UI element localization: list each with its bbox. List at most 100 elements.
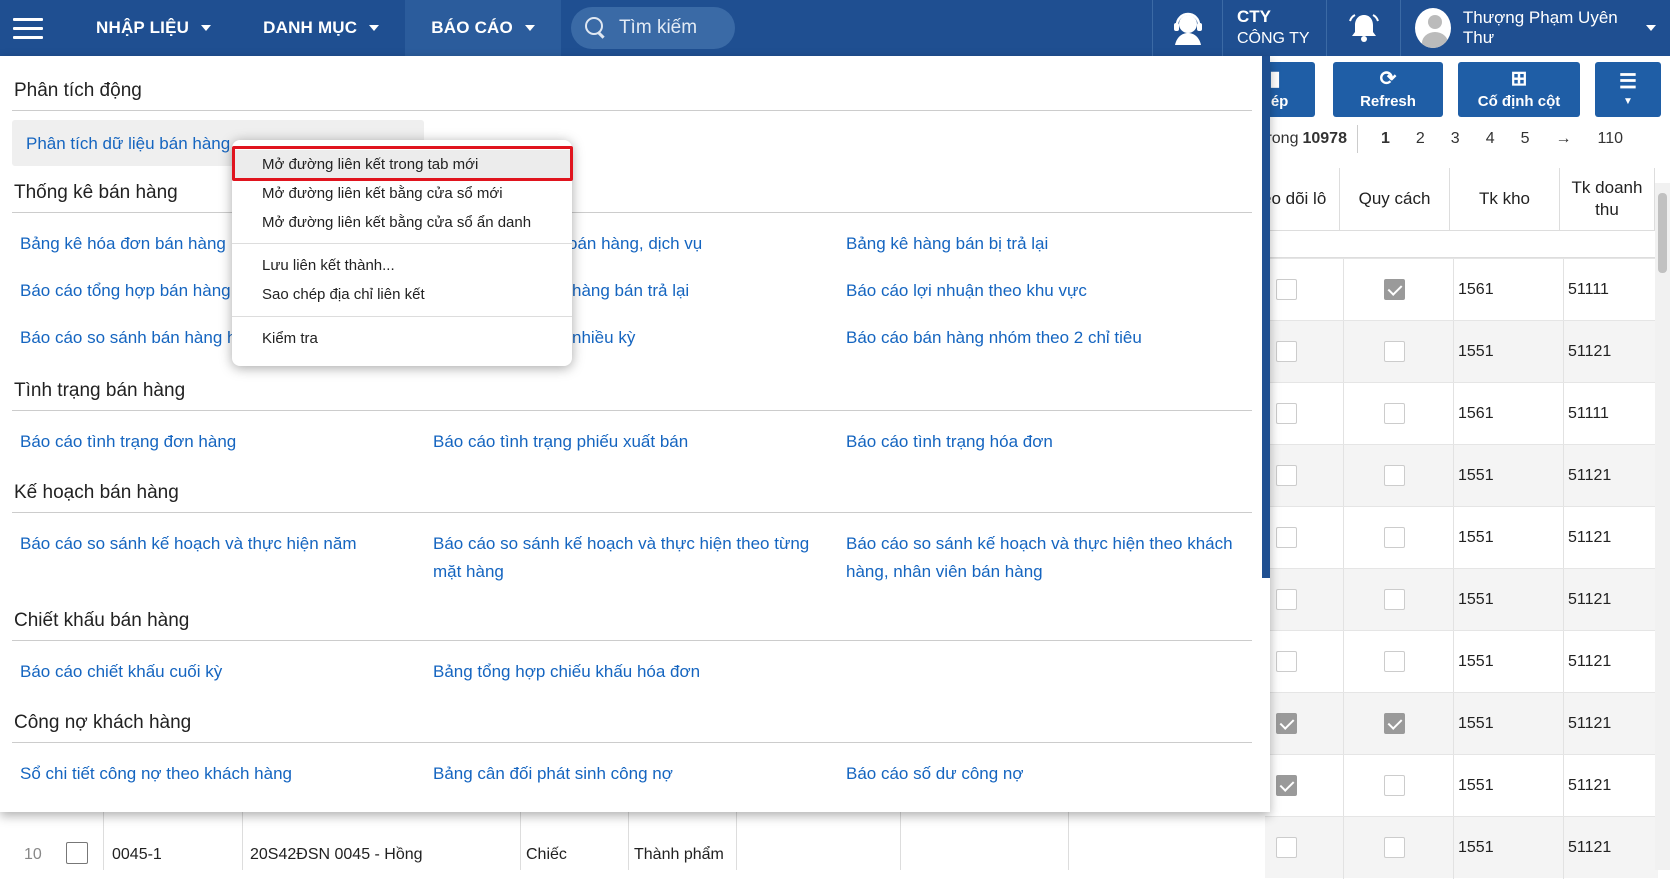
report-link[interactable]: Báo cáo tổng hợp bán hàng (20, 277, 231, 305)
table-row[interactable]: 10 0045-1 20S42ĐSN 0045 - Hồng Chiếc Thà… (0, 838, 1230, 870)
col-header-lot[interactable]: eo dõi lô (1262, 168, 1340, 230)
nav-bao-cao[interactable]: BÁO CÁO (405, 0, 561, 56)
lot-tracking-checkbox[interactable] (1276, 403, 1297, 424)
lot-tracking-checkbox[interactable] (1276, 651, 1297, 672)
lot-tracking-checkbox[interactable] (1276, 775, 1297, 796)
col-divider (1453, 569, 1454, 631)
link-phan-tich-du-lieu[interactable]: Phân tích dữ liệu bán hàng (26, 130, 230, 158)
spec-checkbox[interactable] (1384, 837, 1405, 858)
report-link[interactable]: nhiều kỳ (572, 324, 635, 352)
row-checkbox[interactable] (66, 842, 88, 864)
support-icon[interactable] (1152, 0, 1222, 56)
filter-row[interactable] (1262, 230, 1655, 258)
report-link[interactable]: Báo cáo tình trạng phiếu xuất bán (433, 428, 688, 456)
page-3[interactable]: 3 (1438, 130, 1473, 148)
report-link[interactable]: Sổ chi tiết công nợ theo khách hàng (20, 760, 292, 788)
report-link[interactable]: Bảng tổng hợp chiếu khấu hóa đơn (433, 658, 700, 686)
spec-checkbox[interactable] (1384, 465, 1405, 486)
ctx-open-new-window[interactable]: Mở đường liên kết bằng cửa sổ mới (262, 180, 503, 208)
context-divider (232, 316, 572, 317)
report-link[interactable]: oán hàng, dịch vụ (568, 230, 702, 258)
page-5[interactable]: 5 (1508, 130, 1543, 148)
lot-tracking-checkbox[interactable] (1276, 527, 1297, 548)
col-header-label: Tk kho (1478, 189, 1531, 208)
report-link[interactable]: Báo cáo so sánh kế hoạch và thực hiện th… (433, 530, 841, 586)
chevron-down-icon: ▼ (1623, 96, 1633, 107)
table-row[interactable]: 1551 51121 (1265, 444, 1658, 507)
spec-checkbox[interactable] (1384, 279, 1405, 300)
lot-tracking-checkbox[interactable] (1276, 837, 1297, 858)
dropdown-scrollbar[interactable] (1262, 56, 1270, 578)
report-link[interactable]: Báo cáo so sánh kế hoạch và thực hiện th… (846, 530, 1246, 586)
report-link[interactable]: Bảng kê hóa đơn bán hàng (20, 230, 226, 258)
search-input[interactable]: Tìm kiếm (570, 7, 735, 49)
ctx-save-link[interactable]: Lưu liên kết thành... (262, 252, 395, 280)
spec-checkbox[interactable] (1384, 713, 1405, 734)
table-row[interactable]: 1551 51121 (1265, 630, 1658, 693)
lot-tracking-checkbox[interactable] (1276, 279, 1297, 300)
section-divider (12, 212, 1252, 213)
spec-checkbox[interactable] (1384, 527, 1405, 548)
page-2[interactable]: 2 (1403, 130, 1438, 148)
nav-nhap-lieu[interactable]: NHẬP LIỆU (70, 0, 237, 56)
lot-tracking-checkbox[interactable] (1276, 341, 1297, 362)
col-header-tk-kho[interactable]: Tk kho (1450, 168, 1560, 230)
report-link[interactable]: Bảng kê hàng bán bị trả lại (846, 230, 1048, 258)
cell-tk-doanh-thu: 51121 (1568, 343, 1612, 360)
report-link[interactable]: Báo cáo chiết khấu cuối kỳ (20, 658, 222, 686)
table-row[interactable]: 1551 51121 (1265, 568, 1658, 631)
bell-icon[interactable] (1326, 0, 1400, 56)
column-menu-button[interactable]: ☰ ▼ (1595, 62, 1661, 117)
hamburger-menu-icon[interactable] (0, 0, 56, 56)
col-divider (1453, 693, 1454, 755)
cell-tk-doanh-thu: 51121 (1568, 591, 1612, 608)
page-1[interactable]: 1 (1368, 130, 1403, 148)
cell-tk-kho: 1551 (1458, 777, 1494, 794)
vertical-scrollbar[interactable] (1655, 183, 1670, 870)
ctx-copy-link[interactable]: Sao chép địa chỉ liên kết (262, 281, 425, 309)
report-link[interactable]: Báo cáo lợi nhuận theo khu vực (846, 277, 1087, 305)
table-row[interactable]: 1551 51121 (1265, 692, 1658, 755)
report-link[interactable]: hàng bán trả lại (572, 277, 689, 305)
section-title: Thống kê bán hàng (14, 182, 178, 203)
spec-checkbox[interactable] (1384, 403, 1405, 424)
refresh-button[interactable]: ⟳ Refresh (1333, 62, 1443, 117)
table-row[interactable]: 1561 51111 (1265, 382, 1658, 445)
report-link[interactable]: Báo cáo so sánh kế hoạch và thực hiện nă… (20, 530, 356, 558)
col-divider (1343, 693, 1344, 755)
company-selector[interactable]: CTY CÔNG TY (1222, 0, 1326, 56)
lot-tracking-checkbox[interactable] (1276, 465, 1297, 486)
col-header-tk-doanh-thu[interactable]: Tk doanh thu (1560, 168, 1655, 230)
page-last[interactable]: 110 (1585, 130, 1637, 148)
fix-column-button[interactable]: ⊞ Cố định cột (1458, 62, 1580, 117)
table-row[interactable]: 1551 51121 (1265, 754, 1658, 817)
report-link[interactable]: Báo cáo tình trạng đơn hàng (20, 428, 236, 456)
refresh-icon: ⟳ (1379, 68, 1397, 90)
report-link[interactable]: Báo cáo bán hàng nhóm theo 2 chỉ tiêu (846, 324, 1142, 352)
spec-checkbox[interactable] (1384, 775, 1405, 796)
user-menu[interactable]: Thượng Phạm Uyên Thư (1400, 0, 1670, 56)
report-link[interactable]: Báo cáo tình trạng hóa đơn (846, 428, 1053, 456)
spec-checkbox[interactable] (1384, 589, 1405, 610)
table-row[interactable]: 1561 51111 (1265, 258, 1658, 321)
table-row[interactable]: 1551 51121 (1265, 816, 1658, 879)
report-link[interactable]: Bảng cân đối phát sinh công nợ (433, 760, 673, 788)
col-header-spec[interactable]: Quy cách (1340, 168, 1450, 230)
report-link[interactable]: Báo cáo số dư công nợ (846, 760, 1024, 788)
report-link[interactable]: Báo cáo so sánh bán hàng ha (20, 324, 246, 352)
table-row[interactable]: 1551 51121 (1265, 506, 1658, 569)
lot-tracking-checkbox[interactable] (1276, 713, 1297, 734)
col-header-label: Quy cách (1358, 189, 1431, 208)
col-divider (1343, 631, 1344, 693)
spec-checkbox[interactable] (1384, 341, 1405, 362)
ctx-inspect[interactable]: Kiểm tra (262, 325, 318, 353)
table-row[interactable]: 1551 51121 (1265, 320, 1658, 383)
ctx-open-incognito[interactable]: Mở đường liên kết bằng cửa sổ ẩn danh (262, 209, 531, 237)
lot-tracking-checkbox[interactable] (1276, 589, 1297, 610)
page-4[interactable]: 4 (1473, 130, 1508, 148)
section-divider (12, 410, 1252, 411)
nav-label: NHẬP LIỆU (96, 18, 190, 37)
spec-checkbox[interactable] (1384, 651, 1405, 672)
nav-danh-muc[interactable]: DANH MỤC (237, 0, 405, 56)
next-page-arrow-icon[interactable]: → (1543, 130, 1585, 148)
